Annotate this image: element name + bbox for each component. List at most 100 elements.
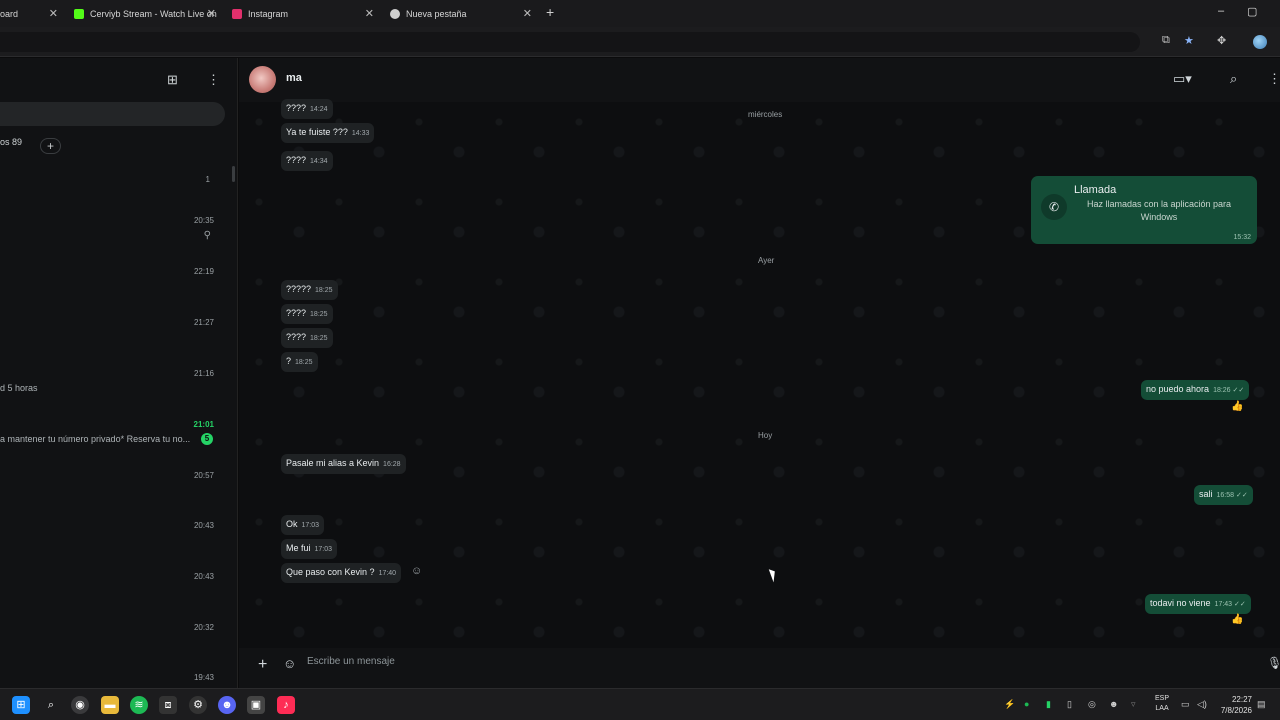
windows-start-icon[interactable]: ⊞ — [12, 696, 30, 714]
microphone-icon[interactable]: 🎙 — [1267, 656, 1280, 670]
chat-snippet[interactable]: a mantener tu número privado* Reserva tu… — [0, 434, 190, 444]
profile-avatar[interactable] — [1253, 35, 1267, 49]
incoming-message[interactable]: Ok 17:03 — [281, 515, 325, 535]
outgoing-message[interactable]: no puedo ahora 18:26 ✓✓ — [1141, 380, 1250, 400]
message-time: 17:40 — [378, 570, 397, 577]
outgoing-message[interactable]: sali 16:58 ✓✓ — [1194, 485, 1253, 505]
conversation-header[interactable]: ma ▭▾ ⌕ ⋮ — [239, 58, 1280, 102]
tab-0[interactable]: oard ✕ — [0, 2, 64, 25]
attach-plus-icon[interactable]: + — [258, 656, 267, 674]
react-emoji-icon[interactable]: ☺ — [411, 565, 422, 577]
discord-icon[interactable]: ☻ — [218, 696, 236, 714]
language-indicator[interactable]: ESP LAA — [1155, 694, 1169, 714]
chat-unread-count: 1 — [205, 175, 210, 184]
address-bar[interactable] — [0, 32, 1140, 52]
steam-icon[interactable]: ⚙ — [189, 696, 207, 714]
day-separator: Hoy — [758, 431, 773, 440]
tray-usb-icon[interactable]: ▯ — [1067, 699, 1072, 710]
capcut-icon[interactable]: ⧈ — [159, 696, 177, 714]
volume-icon[interactable]: ◁) — [1197, 699, 1207, 710]
extensions-icon[interactable]: ✥ — [1217, 34, 1226, 47]
chat-list-sidebar: ⊞ ⋮ os 89 + 1 20:35 ⚲ 22:19 21:27 21:16 … — [0, 58, 238, 688]
tray-spotify-icon[interactable]: ● — [1024, 699, 1029, 709]
message-text: ? — [286, 356, 292, 366]
tab-3[interactable]: Nueva pestaña ✕ — [386, 2, 538, 25]
display-icon[interactable]: ▭ — [1181, 699, 1190, 710]
incoming-message[interactable]: ???? 18:25 — [281, 328, 333, 348]
system-clock[interactable]: 22:27 7/8/2026 — [1221, 694, 1252, 716]
add-filter-button[interactable]: + — [40, 138, 61, 154]
close-tab-icon[interactable]: ✕ — [523, 7, 532, 20]
cast-icon[interactable]: ⧉ — [1162, 34, 1170, 47]
notification-icon[interactable]: ▤ — [1257, 699, 1266, 710]
incoming-message[interactable]: Pasale mi alias a Kevin 16:28 — [281, 454, 406, 474]
sticker-icon[interactable]: ☺ — [283, 656, 296, 671]
chat-time: 20:43 — [193, 521, 214, 530]
chat-time: 21:27 — [193, 318, 214, 327]
contact-name[interactable]: ma — [286, 72, 302, 84]
incoming-message[interactable]: Que paso con Kevin ? 17:40 — [281, 563, 402, 583]
kick-icon — [74, 8, 84, 19]
tray-battery-icon[interactable]: ▮ — [1046, 699, 1051, 710]
search-icon[interactable]: ⌕ — [42, 696, 60, 714]
video-call-icon[interactable]: ▭▾ — [1173, 71, 1192, 87]
incoming-message[interactable]: ???? 18:25 — [281, 304, 333, 324]
tray-bolt-icon[interactable]: ⚡ — [1004, 699, 1015, 710]
close-tab-icon[interactable]: ✕ — [365, 7, 374, 20]
message-text: ???? — [286, 332, 307, 342]
message-text: todavi no viene — [1150, 598, 1211, 608]
new-chat-icon[interactable]: ⊞ — [167, 72, 178, 88]
message-input[interactable]: Escribe un mensaje — [307, 656, 395, 667]
message-time: 16:28 — [383, 461, 401, 468]
tray-mic-icon[interactable]: ▿ — [1131, 699, 1136, 710]
thumbs-up-reaction-icon[interactable]: 👍 — [1231, 614, 1243, 625]
call-card[interactable]: ✆ Llamada Haz llamadas con la aplicación… — [1031, 176, 1257, 244]
incoming-message[interactable]: ???? 14:34 — [281, 151, 333, 171]
browser-tab-bar: oard ✕ Cerviyb Stream - Watch Live on ✕ … — [0, 0, 1280, 27]
message-composer: + ☺ Escribe un mensaje 🎙 — [239, 648, 1280, 688]
conversation-pane: ma ▭▾ ⌕ ⋮ miércoles Ayer Hoy ???? 14:24 Y… — [239, 58, 1280, 688]
new-tab-button[interactable]: + — [546, 4, 554, 20]
incoming-message[interactable]: Ya te fuiste ??? 14:33 — [281, 123, 375, 143]
tab-2[interactable]: Instagram ✕ — [228, 2, 380, 25]
chat-time: 20:32 — [193, 623, 214, 632]
outgoing-message[interactable]: todavi no viene 17:43 ✓✓ — [1145, 594, 1251, 614]
browser-toolbar: ⧉ ★ ✥ — [0, 27, 1280, 57]
search-input[interactable] — [0, 102, 225, 126]
close-tab-icon[interactable]: ✕ — [49, 7, 58, 20]
spotify-icon[interactable]: ≋ — [130, 696, 148, 714]
scrollbar[interactable] — [232, 166, 235, 182]
incoming-message[interactable]: ???? 14:24 — [281, 99, 333, 119]
chat-time: 20:35 — [193, 216, 214, 225]
chat-time: 22:19 — [193, 267, 214, 276]
thumbs-up-reaction-icon[interactable]: 👍 — [1231, 401, 1243, 412]
incoming-message[interactable]: ? 18:25 — [281, 352, 318, 372]
chat-snippet[interactable]: d 5 horas — [0, 383, 38, 393]
search-icon[interactable]: ⌕ — [1230, 71, 1237, 87]
tab-1[interactable]: Cerviyb Stream - Watch Live on ✕ — [70, 2, 222, 25]
instagram-icon — [232, 8, 242, 19]
chat-time: 19:43 — [193, 673, 214, 682]
message-time: 14:24 — [310, 106, 328, 113]
lang-code: ESP — [1155, 695, 1170, 702]
tab-title: Instagram — [248, 8, 289, 19]
minimize-button[interactable]: – — [1218, 5, 1224, 17]
tray-app-icon[interactable]: ◎ — [1088, 699, 1096, 710]
incoming-message[interactable]: ????? 18:25 — [281, 280, 338, 300]
bookmark-star-icon[interactable]: ★ — [1184, 34, 1194, 47]
day-separator: miércoles — [748, 110, 783, 119]
chrome-app-icon[interactable]: ◉ — [71, 696, 89, 714]
menu-dots-icon[interactable]: ⋮ — [207, 72, 220, 88]
tray-discord-icon[interactable]: ☻ — [1109, 699, 1118, 709]
filter-chip[interactable]: os 89 — [0, 137, 22, 147]
app-icon[interactable]: ▣ — [247, 696, 265, 714]
file-explorer-icon[interactable]: ▬ — [101, 696, 119, 714]
tiktok-icon[interactable]: ♪ — [277, 696, 295, 714]
contact-avatar[interactable] — [249, 66, 276, 93]
menu-dots-icon[interactable]: ⋮ — [1268, 71, 1280, 87]
message-text: sali — [1199, 489, 1213, 499]
clock-time: 22:27 — [1231, 695, 1252, 704]
maximize-button[interactable]: ▢ — [1247, 5, 1257, 18]
incoming-message[interactable]: Me fui 17:03 — [281, 539, 338, 559]
close-tab-icon[interactable]: ✕ — [207, 7, 216, 20]
